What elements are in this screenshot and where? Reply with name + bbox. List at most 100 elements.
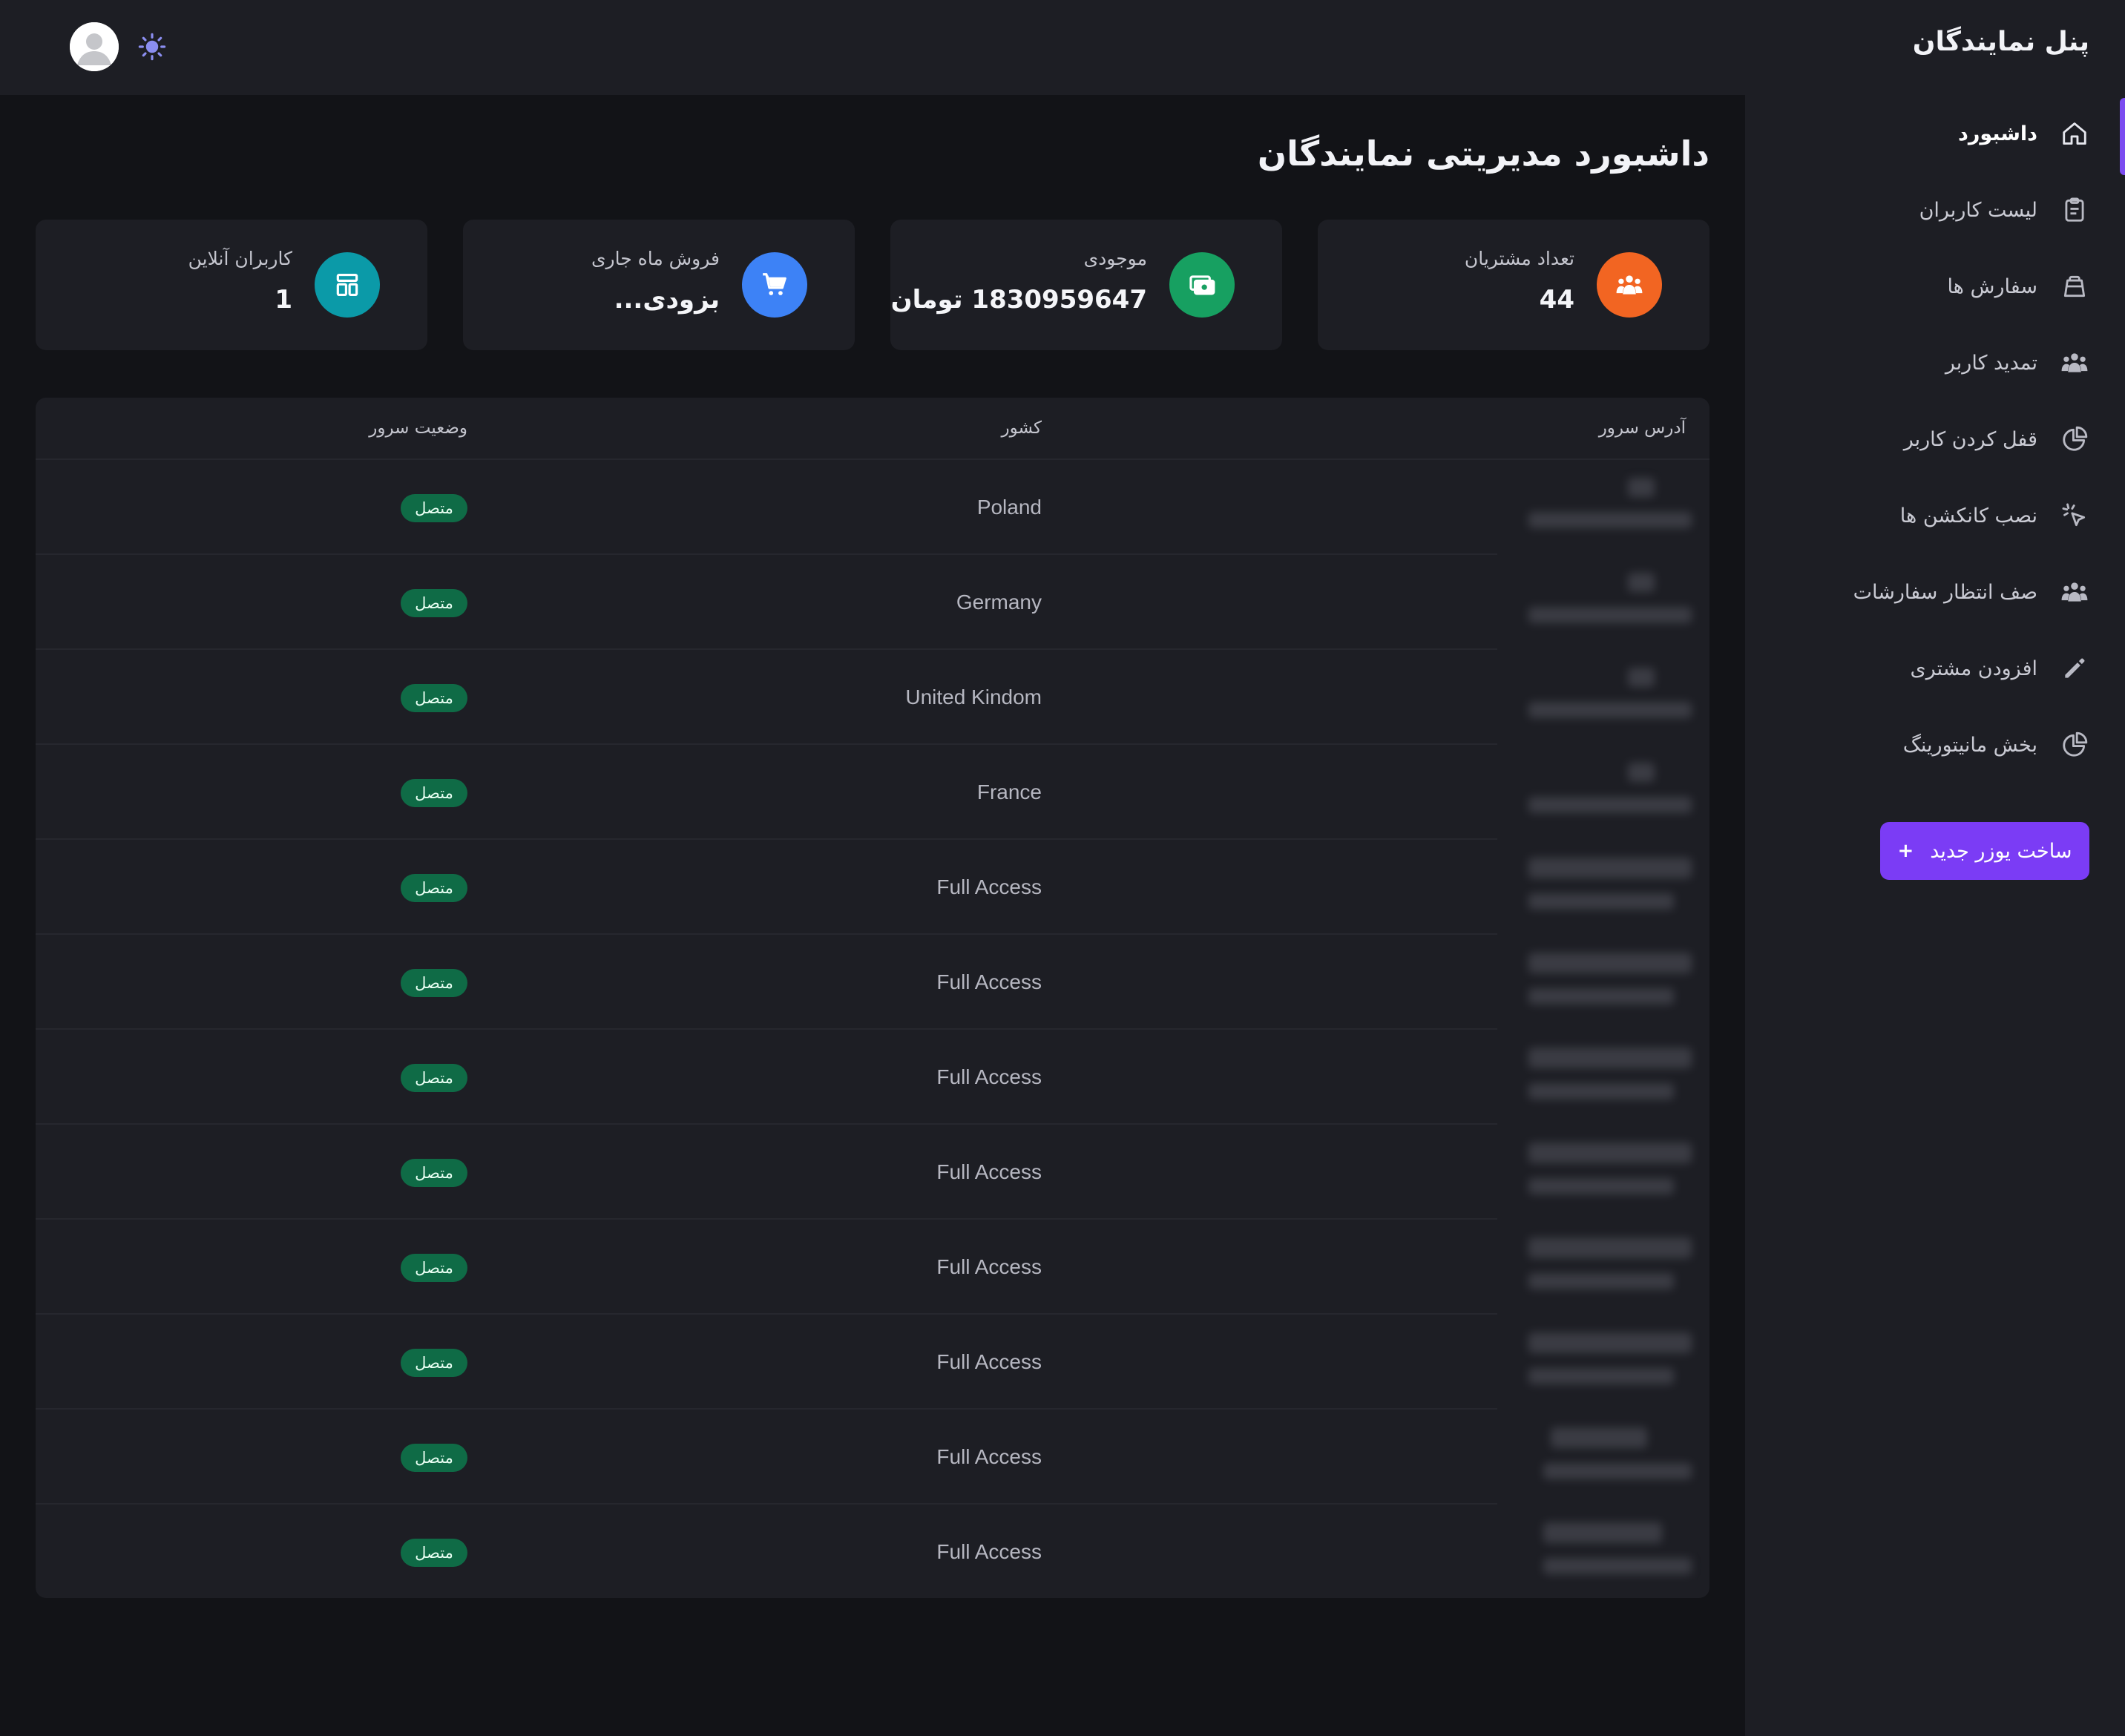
status-badge: متصل [401,1444,467,1472]
table-row: Full Access متصل [36,1315,1709,1410]
top-bar [0,0,1745,95]
blur-bar [1551,1427,1647,1448]
table-row: Full Access متصل [36,1410,1709,1505]
create-user-button[interactable]: ساخت یوزر جدید + [1880,822,2089,880]
stat-card-online-users: کاربران آنلاین 1 [36,220,427,350]
stat-card-balance: موجودی 1830959647 تومان [890,220,1282,350]
table-row: Full Access متصل [36,935,1709,1030]
stat-label: فروش ماه جاری [591,248,720,269]
home-icon [2060,119,2089,148]
country-cell: Full Access [936,970,1042,993]
status-badge: متصل [401,589,467,617]
column-header-country[interactable]: کشور [1002,418,1042,438]
column-header-address[interactable]: آدرس سرور [1599,418,1686,438]
country-cell: Poland [976,496,1042,519]
redacted-address [1521,1332,1692,1395]
status-badge: متصل [401,1254,467,1282]
sidebar-item-lock-user[interactable]: قفل کردن کاربر [1904,417,2089,461]
blur-bar [1528,988,1674,1005]
sidebar-item-renew-user[interactable]: تمدید کاربر [1945,341,2089,385]
table-row: Full Access متصل [36,840,1709,935]
app-frame: پنل نمایندگان داشبورد لیست کاربران سفارش… [0,0,2125,1736]
blur-bar [1528,702,1692,718]
blur-bar [1628,478,1655,497]
status-badge: متصل [401,1349,467,1377]
stat-card-customers: تعداد مشتریان 44 [1318,220,1709,350]
status-badge: متصل [401,494,467,522]
pencil-icon [2060,654,2089,683]
users-icon [2060,577,2089,607]
sidebar-item-label: تمدید کاربر [1945,351,2037,375]
sidebar-item-install-connections[interactable]: نصب کانکشن ها [1900,493,2089,538]
active-nav-indicator [2120,98,2125,175]
blur-bar [1528,1273,1674,1289]
redacted-address [1521,573,1692,635]
user-avatar-icon[interactable] [70,22,119,71]
sidebar-item-label: سفارش ها [1947,274,2037,298]
users-icon [2060,348,2089,378]
table-row: United Kindom متصل [36,650,1709,745]
blur-bar [1528,797,1692,813]
redacted-address [1521,1427,1692,1490]
sidebar-item-orders[interactable]: سفارش ها [1947,264,2089,309]
servers-table: آدرس سرور کشور وضعیت سرور Poland متصل Germ… [36,398,1709,1598]
plus-icon: + [1897,840,1914,862]
sidebar-item-label: لیست کاربران [1919,198,2037,222]
sidebar: پنل نمایندگان داشبورد لیست کاربران سفارش… [1745,0,2125,1736]
redacted-address [1521,763,1692,825]
sun-icon[interactable] [138,33,166,61]
stat-card-monthly-sales: فروش ماه جاری بزودی... [463,220,855,350]
redacted-address [1521,1522,1692,1585]
column-header-status[interactable]: وضعیت سرور [369,418,467,438]
users-group-icon [1597,252,1662,318]
sidebar-item-label: صف انتظار سفارشات [1853,580,2037,604]
blur-bar [1528,1368,1674,1384]
blur-bar [1543,1522,1662,1543]
status-badge: متصل [401,1064,467,1092]
country-cell: Full Access [936,1255,1042,1278]
redacted-address [1521,1142,1692,1205]
sidebar-item-label: قفل کردن کاربر [1903,427,2037,451]
country-cell: Full Access [936,1350,1042,1373]
sidebar-item-monitoring[interactable]: بخش مانیتورینگ [1903,723,2089,767]
redacted-address [1521,1048,1692,1110]
country-cell: France [976,780,1042,803]
country-cell: United Kindom [905,685,1042,708]
sidebar-item-user-list[interactable]: لیست کاربران [1919,188,2089,232]
table-row: Full Access متصل [36,1505,1709,1598]
blur-bar [1528,607,1692,623]
country-cell: Germany [956,591,1042,614]
stat-value: 44 [1539,285,1574,315]
table-row: Full Access متصل [36,1220,1709,1315]
table-row: Germany متصل [36,555,1709,650]
country-cell: Full Access [936,1160,1042,1183]
sidebar-item-add-customer[interactable]: افزودن مشتری [1910,646,2089,691]
blur-bar [1528,512,1692,528]
table-row: Full Access متصل [36,1125,1709,1220]
stat-label: تعداد مشتریان [1464,248,1574,269]
brand-title: پنل نمایندگان [1912,27,2089,57]
stat-value: 1830959647 تومان [890,285,1147,315]
create-user-label: ساخت یوزر جدید [1930,839,2072,863]
sidebar-item-label: نصب کانکشن ها [1899,504,2037,527]
blur-bar [1528,858,1692,878]
stat-value: 1 [275,285,292,315]
sidebar-item-order-queue[interactable]: صف انتظار سفارشات [1853,570,2089,614]
blur-bar [1528,1178,1674,1194]
blur-bar [1628,668,1655,687]
status-badge: متصل [401,779,467,807]
sidebar-item-label: افزودن مشتری [1910,657,2037,680]
redacted-address [1521,953,1692,1015]
country-cell: Full Access [936,1445,1042,1468]
blur-bar [1528,1142,1692,1163]
sidebar-item-label: داشبورد [1957,122,2037,145]
blur-bar [1543,1558,1692,1574]
stat-label: موجودی [1083,248,1147,269]
status-badge: متصل [401,969,467,997]
redacted-address [1521,1237,1692,1300]
blur-bar [1528,1083,1674,1099]
country-cell: Full Access [936,1540,1042,1563]
sidebar-item-dashboard[interactable]: داشبورد [1958,111,2089,156]
status-badge: متصل [401,1539,467,1567]
status-badge: متصل [401,684,467,712]
